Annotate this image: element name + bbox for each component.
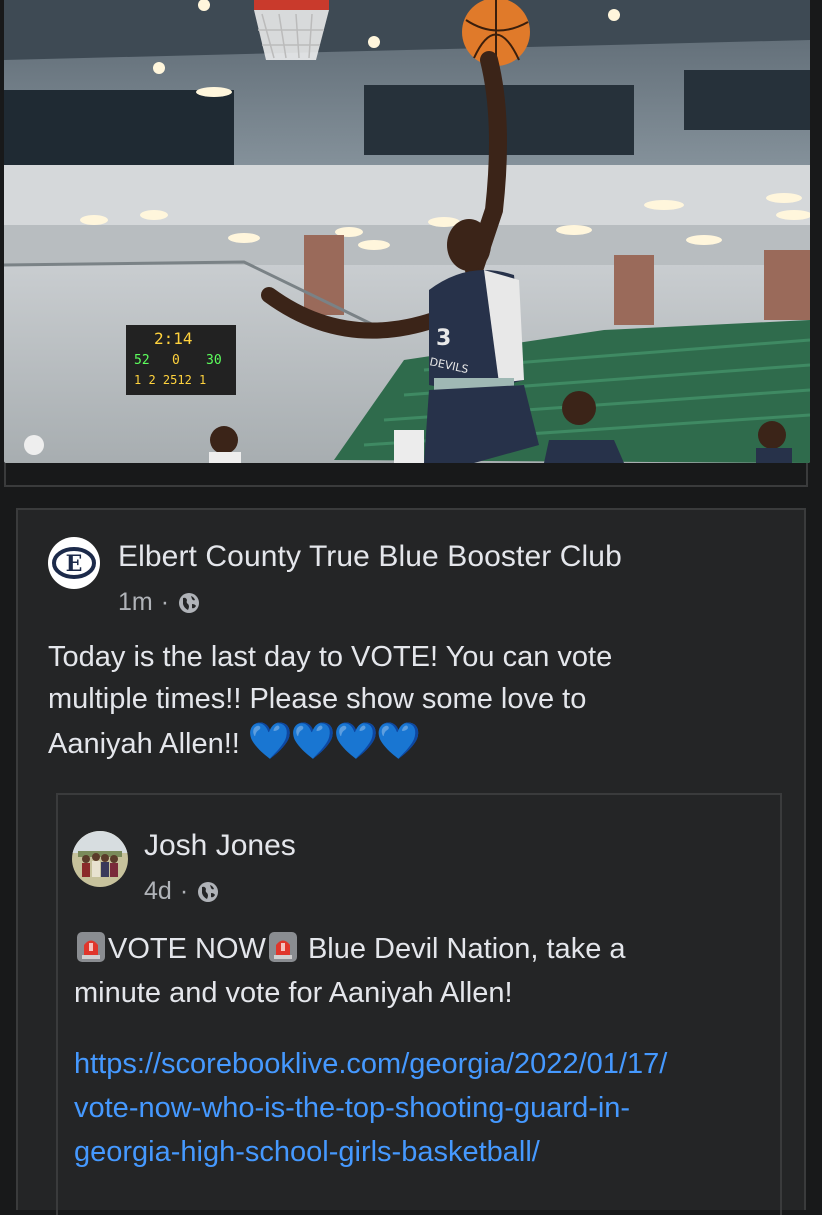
logo-letter: E	[66, 551, 83, 577]
post-text: Today is the last day to VOTE! You can v…	[48, 636, 748, 765]
meta-separator: ·	[179, 877, 189, 905]
post-meta: 1m ·	[118, 588, 201, 617]
vote-link[interactable]: https://scorebooklive.com/georgia/2022/0…	[74, 1042, 774, 1174]
basketball-photo[interactable]: 2:14 52 0 30 1 2 2512 1 3 DEVILS	[4, 0, 810, 463]
post-time[interactable]: 1m	[118, 588, 153, 617]
jersey-number: 3	[436, 326, 451, 351]
post-text-line: Aaniyah Allen!! 💙💙💙💙	[48, 720, 748, 765]
siren-icon	[77, 932, 105, 962]
shared-line1-rest: Blue Devil Nation, take a	[299, 933, 626, 965]
shared-post-card[interactable]: Josh Jones 4d · VOTE NOW Blue Devil Nati…	[56, 793, 782, 1215]
meta-separator: ·	[160, 588, 170, 616]
post-card: E Elbert County True Blue Booster Club 1…	[16, 508, 806, 1215]
post-photo-frame: 2:14 52 0 30 1 2 2512 1 3 DEVILS	[0, 0, 822, 487]
post-text-line-3: Aaniyah Allen!!	[48, 728, 240, 760]
link-line[interactable]: georgia-high-school-girls-basketball/	[74, 1130, 774, 1174]
post-text-line: multiple times!! Please show some love t…	[48, 683, 587, 715]
scoreboard-period: 0	[172, 353, 180, 368]
shared-author[interactable]: Josh Jones	[144, 829, 296, 863]
post-text-line: Today is the last day to VOTE! You can v…	[48, 641, 613, 673]
vote-now-label: VOTE NOW	[108, 933, 266, 965]
shared-time[interactable]: 4d	[144, 877, 172, 906]
scoreboard-away: 30	[206, 353, 222, 368]
elbert-logo-icon: E	[52, 547, 96, 579]
shared-text: VOTE NOW Blue Devil Nation, take a minut…	[74, 927, 764, 1015]
siren-icon	[268, 932, 297, 962]
link-line[interactable]: https://scorebooklive.com/georgia/2022/0…	[74, 1042, 774, 1086]
post-author[interactable]: Elbert County True Blue Booster Club	[118, 540, 622, 574]
blue-heart-emoji: 💙💙💙💙	[247, 720, 421, 761]
josh-jones-avatar[interactable]	[72, 831, 128, 887]
scoreboard-fouls: 1 2 2512 1	[134, 373, 206, 387]
booster-club-avatar[interactable]: E	[48, 537, 100, 589]
shared-meta: 4d ·	[144, 877, 220, 906]
scoreboard-time: 2:14	[154, 329, 193, 348]
globe-icon	[198, 881, 219, 902]
shared-text-line: VOTE NOW Blue Devil Nation, take a	[74, 927, 764, 971]
shared-text-line: minute and vote for Aaniyah Allen!	[74, 977, 513, 1009]
photo-card-border	[4, 463, 808, 487]
link-line[interactable]: vote-now-who-is-the-top-shooting-guard-i…	[74, 1086, 774, 1130]
globe-icon	[179, 592, 200, 613]
scoreboard-home: 52	[134, 353, 150, 368]
